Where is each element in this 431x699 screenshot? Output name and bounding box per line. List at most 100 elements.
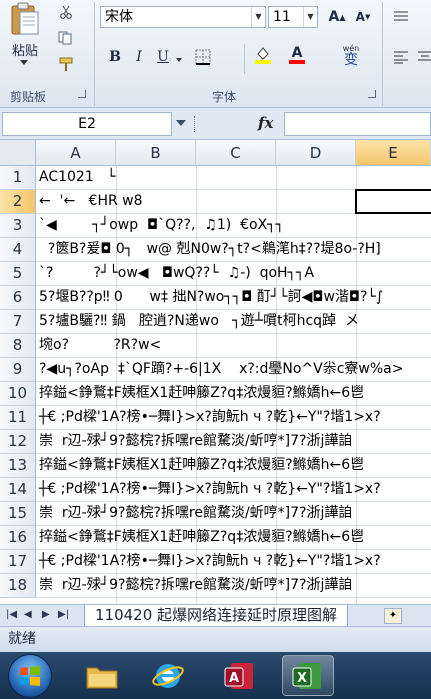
sheet-row[interactable]: `? ?┘└ow◀ ◘wQ??└ ♫-) qoH┐┐A [36,262,431,286]
column-header-d[interactable]: D [276,140,356,166]
insert-sheet-icon[interactable]: ✦ [384,608,402,624]
row-header-14[interactable]: 14 [0,478,36,502]
row-header-6[interactable]: 6 [0,286,36,310]
sheet-row[interactable]: ┼€ ;Pd樑'1A?榜•─舞I}>x?詢魭h ч ?乾}←Y"?堦1>x? [36,406,431,430]
grow-font-icon[interactable]: A ▲ [326,6,348,28]
row-header-2[interactable]: 2 [0,190,36,214]
row-header-7[interactable]: 7 [0,310,36,334]
sheet-row[interactable]: ┼€ ;Pd樑'1A?榜•─舞I}>x?詢魭h ч ?乾}←Y"?堦1>x? [36,550,431,574]
sheet-row[interactable]: 崇 r辺-殏┘9?懿梡?拆嘿re館騖淡/蚚哼*]7?浙j譁詯 [36,430,431,454]
worksheet-grid[interactable]: A B C D E 1 AC1021 └ 2 ← '← €HR w8 3 `◀ ┐┘owp… [0,140,431,604]
name-box[interactable]: E2 [2,112,172,136]
column-header-c[interactable]: C [196,140,276,166]
excel-icon: X [292,662,321,689]
sheet-row[interactable]: 崇 r辺-殏┘9?懿梡?拆嘿re館騖淡/蚚哼*]7?浙j譁詯 [36,574,431,598]
column-header-b[interactable]: B [116,140,196,166]
internet-explorer-icon [152,663,184,688]
formula-bar: E2 fx [0,108,431,140]
sheet-row[interactable]: ?◀u┐?oAp ‡`QF蹢?+-6|1X x?:d璺No^V尜c寮w%a> [36,358,431,382]
column-header-e[interactable]: E [356,140,431,166]
paste-dropdown-icon[interactable] [20,60,28,65]
splitter-handle[interactable] [194,116,196,132]
font-name-value: 宋体 [105,9,133,25]
paste-label[interactable]: 粘贴 [12,40,38,59]
column-header-a[interactable]: A [36,140,116,166]
row-header-5[interactable]: 5 [0,262,36,286]
excel-taskbar-button[interactable]: X [282,655,334,696]
row-header-3[interactable]: 3 [0,214,36,238]
row-header-4[interactable]: 4 [0,238,36,262]
access-taskbar-button[interactable]: A [214,655,266,696]
row-header-16[interactable]: 16 [0,526,36,550]
row-header-13[interactable]: 13 [0,454,36,478]
svg-text:A: A [229,671,239,686]
select-all-corner[interactable] [0,140,36,166]
sheet-tabs-bar: |◀ ◀ ▶ ▶| 110420 起爆网络连接延时原理图解 ✦ [0,604,431,627]
start-button[interactable] [8,654,52,698]
row-header-15[interactable]: 15 [0,502,36,526]
clipboard-launcher-icon[interactable] [78,90,86,98]
font-size-combo[interactable]: 11 ▼ [268,6,318,28]
italic-button[interactable]: I [128,46,150,68]
sheet-row[interactable]: 崇 r辺-殏┘9?懿梡?拆嘿re館騖淡/蚚哼*]7?浙j譁詯 [36,502,431,526]
row-header-11[interactable]: 11 [0,406,36,430]
sheet-row[interactable]: `◀ ┐┘owp ◘`Q??, ♫1) €oX┐┐ [36,214,431,238]
row-header-9[interactable]: 9 [0,358,36,382]
underline-button[interactable]: U [152,46,174,68]
shrink-font-icon[interactable]: A ▼ [352,6,374,28]
chevron-down-icon[interactable] [176,58,182,62]
align-center-icon[interactable] [414,46,431,68]
last-sheet-icon[interactable]: ▶| [58,609,69,620]
font-color-swatch [289,60,305,64]
folder-icon [86,667,118,688]
chevron-down-icon[interactable]: ▼ [251,7,265,27]
align-left-icon[interactable] [390,46,412,68]
copy-icon[interactable] [56,28,76,48]
prev-sheet-icon[interactable]: ◀ [24,609,32,620]
chevron-down-icon[interactable] [176,120,186,126]
formula-input[interactable] [284,112,431,136]
sheet-row[interactable]: ┼€ ;Pd樑'1A?榜•─舞I}>x?詢魭h ч ?乾}←Y"?堦1>x? [36,478,431,502]
row-header-10[interactable]: 10 [0,382,36,406]
align-top-icon[interactable] [390,6,412,28]
sheet-row[interactable]: 5?堰B??p‼ 0 w‡ 拙N?wo┐┐◘ 酊┘└訶◀◘w湝◘?└∫ [36,286,431,310]
clipboard-group-label: 剪贴板 [10,90,47,104]
insert-function-icon[interactable]: fx [258,114,273,132]
row-header-1[interactable]: 1 [0,166,36,190]
explorer-taskbar-button[interactable] [76,655,128,696]
phonetic-char: 变 [344,51,358,68]
font-group-label: 字体 [212,90,237,104]
font-launcher-icon[interactable] [368,90,376,98]
cut-icon[interactable] [56,2,76,22]
font-size-value: 11 [273,9,291,25]
format-painter-icon[interactable] [56,55,76,75]
fill-color-icon[interactable] [252,44,274,66]
row-header-18[interactable]: 18 [0,574,36,598]
active-cell-e2[interactable] [355,189,431,214]
row-header-17[interactable]: 17 [0,550,36,574]
sheet-row[interactable]: 埦o? ?R?w< [36,334,431,358]
sheet-row[interactable]: 捽鎰<錚鶩‡F姨框X1赶呻籐Z?q‡浓熳貆?鰷嬌h←6鬯 [36,382,431,406]
windows-taskbar: A X [0,652,431,699]
phonetic-guide-button[interactable]: wén 变 [340,44,362,68]
row-header-12[interactable]: 12 [0,430,36,454]
sheet-row[interactable]: ?篋B?爰◘ 0┐ w@ 剋N0w?┐t?<鵜滗h‡??堤8o-?H] [36,238,431,262]
sheet-tab-active[interactable]: 110420 起爆网络连接延时原理图解 [84,605,349,627]
svg-text:X: X [297,671,307,686]
sheet-row[interactable]: 捽鎰<錚鶩‡F姨框X1赶呻籐Z?q‡浓熳貆?鰷嬌h←6鬯 [36,454,431,478]
font-color-button[interactable]: A [286,44,308,66]
group-separator [382,2,383,106]
chevron-down-icon[interactable]: ▼ [303,7,317,27]
first-sheet-icon[interactable]: |◀ [6,609,17,620]
borders-icon[interactable] [192,46,214,68]
sheet-row[interactable]: AC1021 └ [36,166,431,190]
sheet-row[interactable]: 捽鎰<錚鶩‡F姨框X1赶呻籐Z?q‡浓熳貆?鰷嬌h←6鬯 [36,526,431,550]
font-name-combo[interactable]: 宋体 ▼ [100,6,266,28]
sheet-row[interactable]: 5?壚B驪?‼ 鍋 腔逍?N递wo ┐遊┴嘪t柯hcq踔 メ [36,310,431,334]
ie-taskbar-button[interactable] [142,655,194,696]
paste-icon[interactable] [8,2,42,36]
row-header-8[interactable]: 8 [0,334,36,358]
access-icon: A [224,662,253,689]
next-sheet-icon[interactable]: ▶ [42,609,50,620]
bold-button[interactable]: B [104,46,126,68]
